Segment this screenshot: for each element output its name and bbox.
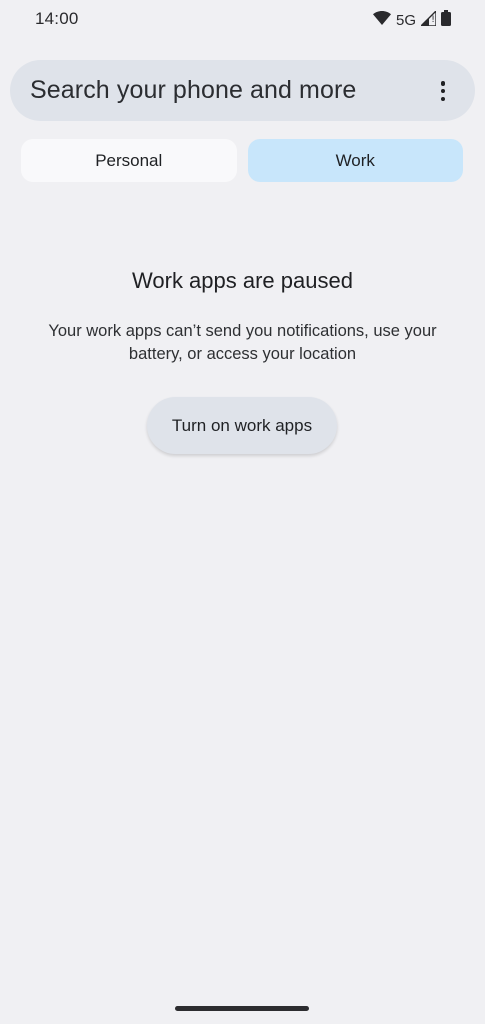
paused-title: Work apps are paused bbox=[132, 268, 353, 293]
status-icons: 5G ! bbox=[372, 8, 451, 31]
wifi-icon bbox=[372, 11, 391, 30]
status-time: 14:00 bbox=[35, 9, 79, 28]
battery-icon bbox=[441, 10, 451, 31]
svg-text:!: ! bbox=[431, 15, 435, 25]
signal-icon: ! bbox=[419, 8, 437, 31]
network-type: 5G bbox=[395, 12, 416, 29]
more-vert-icon[interactable] bbox=[431, 79, 455, 103]
tab-work[interactable]: Work bbox=[247, 139, 463, 182]
status-bar: 14:00 5G ! bbox=[0, 0, 485, 40]
search-input[interactable]: Search your phone and more bbox=[30, 76, 356, 105]
turn-on-work-apps-button[interactable]: Turn on work apps bbox=[147, 397, 337, 454]
search-bar[interactable]: Search your phone and more bbox=[10, 60, 475, 121]
gesture-nav-handle[interactable] bbox=[175, 1006, 309, 1011]
paused-description: Your work apps can’t send you notificati… bbox=[48, 322, 437, 363]
profile-tabs: Personal Work bbox=[21, 139, 463, 182]
tab-personal[interactable]: Personal bbox=[21, 139, 237, 182]
